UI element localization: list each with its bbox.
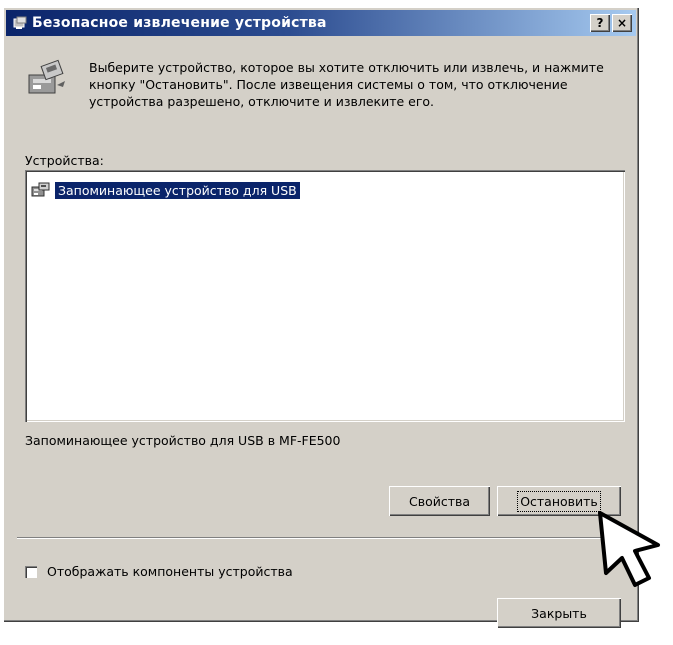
usb-storage-icon [31,182,50,197]
devices-label: Устройства: [25,153,104,168]
hardware-icon [13,16,27,29]
properties-button[interactable]: Свойства [389,486,490,516]
close-button[interactable]: Закрыть [497,598,621,628]
safely-remove-hardware-dialog: Безопасное извлечение устройства ? × Выб… [3,7,639,628]
window-title: Безопасное извлечение устройства [32,15,327,31]
list-item-label: Запоминающее устройство для USB [55,181,300,199]
properties-button-label: Свойства [408,493,471,509]
show-components-checkbox[interactable] [25,565,37,578]
stop-button-label: Остановить [517,490,601,512]
show-components-option[interactable]: Отображать компоненты устройства [25,564,293,579]
close-button-label: Закрыть [531,605,587,621]
list-item[interactable]: Запоминающее устройство для USB [31,180,300,200]
show-components-label[interactable]: Отображать компоненты устройства [47,564,293,579]
help-icon: ? [596,16,604,30]
remove-hardware-icon [28,59,65,94]
device-location-text: Запоминающее устройство для USB в MF-FE5… [25,433,341,448]
instruction-text: Выберите устройство, которое вы хотите о… [89,60,604,109]
devices-list[interactable]: Запоминающее устройство для USB [25,170,625,422]
title-bar[interactable]: Безопасное извлечение устройства ? × [6,10,636,36]
separator [17,537,625,539]
close-icon: × [616,16,628,30]
help-button[interactable]: ? [590,14,610,32]
close-window-button[interactable]: × [612,14,632,32]
mouse-cursor-icon [598,511,660,587]
